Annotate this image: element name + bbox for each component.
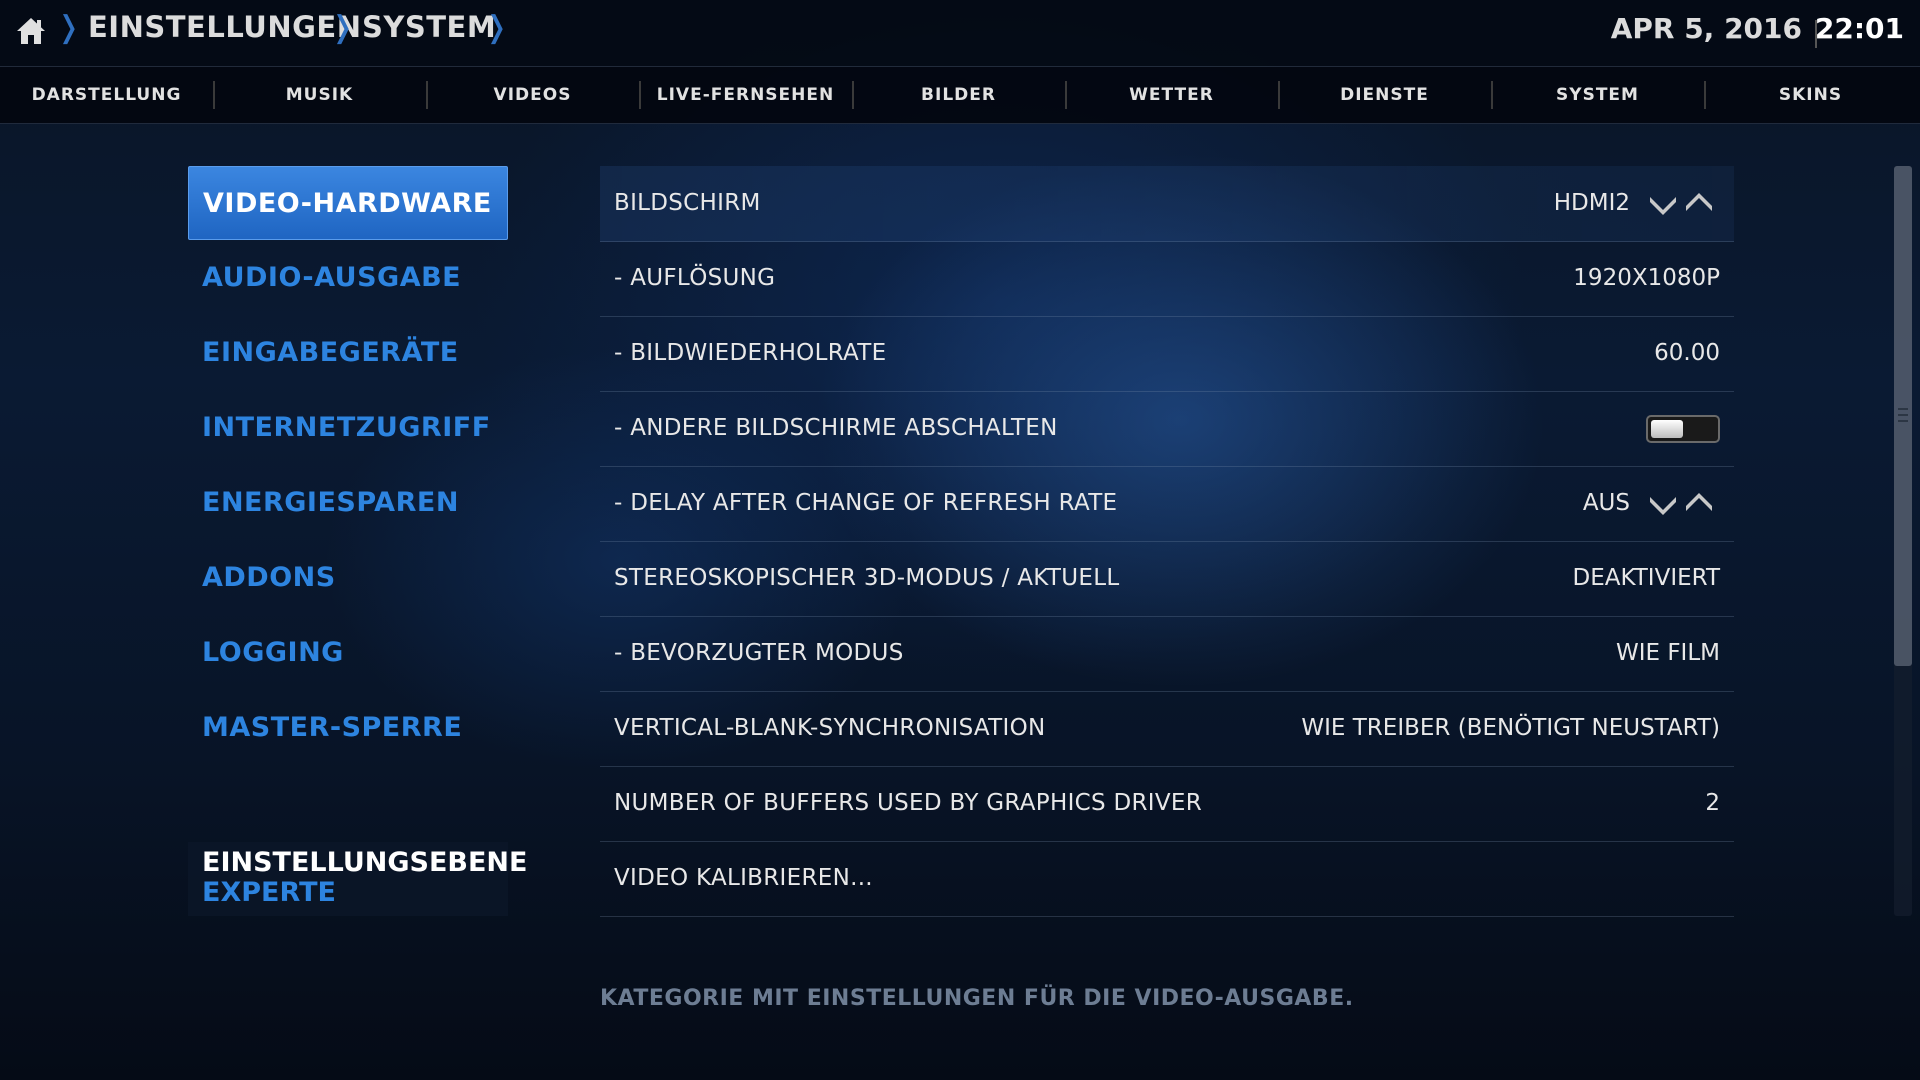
setting-value: WIE TREIBER (BENÖTIGT NEUSTART) [1301, 715, 1720, 741]
sidebar-item-audio-ausgabe[interactable]: AUDIO-AUSGABE [188, 241, 508, 315]
top-bar: ❭ EINSTELLUNGEN ❭ SYSTEM ❭ APR 5, 2016 2… [0, 0, 1920, 67]
tab-system[interactable]: SYSTEM [1491, 67, 1704, 123]
tab-skins[interactable]: SKINS [1704, 67, 1917, 123]
scrollbar-grip [1898, 420, 1908, 422]
home-icon[interactable] [14, 14, 48, 48]
date-display: APR 5, 2016 [1610, 12, 1802, 45]
breadcrumb-item-einstellungen[interactable]: EINSTELLUNGEN [88, 10, 361, 44]
toggle-knob [1651, 420, 1683, 438]
breadcrumb-item-system[interactable]: SYSTEM [362, 10, 496, 44]
setting-label: - DELAY AFTER CHANGE OF REFRESH RATE [614, 490, 1118, 516]
sidebar-item-video-hardware[interactable]: VIDEO-HARDWARE [188, 166, 508, 240]
breadcrumb-separator-icon: ❭ [330, 10, 356, 45]
tab-videos[interactable]: VIDEOS [426, 67, 639, 123]
time-display: 22:01 [1814, 12, 1904, 45]
setting-row-stereoskopischer-3d-modus[interactable]: STEREOSKOPISCHER 3D-MODUS / AKTUELL DEAK… [600, 541, 1734, 617]
setting-value: WIE FILM [1615, 640, 1720, 666]
breadcrumb-separator-icon: ❭ [484, 10, 510, 45]
setting-row-video-kalibrieren[interactable]: VIDEO KALIBRIEREN... [600, 841, 1734, 917]
setting-value: HDMI2 [1553, 190, 1630, 216]
setting-label: VERTICAL-BLANK-SYNCHRONISATION [614, 715, 1046, 741]
setting-row-vertical-blank-sync[interactable]: VERTICAL-BLANK-SYNCHRONISATION WIE TREIB… [600, 691, 1734, 767]
sidebar-item-energiesparen[interactable]: ENERGIESPAREN [188, 466, 508, 540]
settings-level-button[interactable]: EINSTELLUNGSEBENE EXPERTE [188, 842, 528, 916]
toggle-switch[interactable] [1646, 415, 1720, 443]
setting-value: 2 [1705, 790, 1720, 816]
scrollbar-grip [1898, 408, 1908, 410]
setting-row-bevorzugter-modus[interactable]: - BEVORZUGTER MODUS WIE FILM [600, 616, 1734, 692]
setting-value: 60.00 [1654, 340, 1720, 366]
setting-label: BILDSCHIRM [614, 190, 761, 216]
settings-level-title: EINSTELLUNGSEBENE [202, 847, 528, 878]
setting-row-andere-bildschirme-abschalten[interactable]: - ANDERE BILDSCHIRME ABSCHALTEN [600, 391, 1734, 467]
tab-darstellung[interactable]: DARSTELLUNG [0, 67, 213, 123]
setting-row-delay-refresh-rate[interactable]: - DELAY AFTER CHANGE OF REFRESH RATE AUS [600, 466, 1734, 542]
tab-dienste[interactable]: DIENSTE [1278, 67, 1491, 123]
sidebar-item-eingabegeraete[interactable]: EINGABEGERÄTE [188, 316, 508, 390]
setting-label: - BEVORZUGTER MODUS [614, 640, 904, 666]
setting-label: VIDEO KALIBRIEREN... [614, 865, 873, 891]
setting-value: AUS [1582, 490, 1630, 516]
tab-bilder[interactable]: BILDER [852, 67, 1065, 123]
sidebar-item-internetzugriff[interactable]: INTERNETZUGRIFF [188, 391, 508, 465]
settings-level-value: EXPERTE [202, 877, 336, 908]
sidebar-item-logging[interactable]: LOGGING [188, 616, 508, 690]
setting-value: 1920X1080P [1573, 265, 1720, 291]
setting-row-graphics-buffers[interactable]: NUMBER OF BUFFERS USED BY GRAPHICS DRIVE… [600, 766, 1734, 842]
setting-label: - AUFLÖSUNG [614, 265, 776, 291]
scrollbar-grip [1898, 414, 1908, 416]
setting-row-aufloesung[interactable]: - AUFLÖSUNG 1920X1080P [600, 241, 1734, 317]
tab-musik[interactable]: MUSIK [213, 67, 426, 123]
scrollbar-thumb[interactable] [1894, 166, 1912, 666]
setting-label: - BILDWIEDERHOLRATE [614, 340, 887, 366]
sidebar-item-master-sperre[interactable]: MASTER-SPERRE [188, 691, 508, 765]
setting-row-bildwiederholrate[interactable]: - BILDWIEDERHOLRATE 60.00 [600, 316, 1734, 392]
sidebar-item-addons[interactable]: ADDONS [188, 541, 508, 615]
tab-live-fernsehen[interactable]: LIVE-FERNSEHEN [639, 67, 852, 123]
setting-label: NUMBER OF BUFFERS USED BY GRAPHICS DRIVE… [614, 790, 1203, 816]
category-description: KATEGORIE MIT EINSTELLUNGEN FÜR DIE VIDE… [600, 986, 1354, 1011]
setting-value: DEAKTIVIERT [1572, 565, 1720, 591]
spinner-arrows-icon[interactable] [1646, 490, 1720, 518]
category-tabs: DARSTELLUNG MUSIK VIDEOS LIVE-FERNSEHEN … [0, 67, 1920, 124]
setting-label: STEREOSKOPISCHER 3D-MODUS / AKTUELL [614, 565, 1120, 591]
tab-wetter[interactable]: WETTER [1065, 67, 1278, 123]
breadcrumb-separator-icon: ❭ [56, 10, 82, 45]
setting-label: - ANDERE BILDSCHIRME ABSCHALTEN [614, 415, 1058, 441]
setting-row-bildschirm[interactable]: BILDSCHIRM HDMI2 [600, 166, 1734, 242]
spinner-arrows-icon[interactable] [1646, 190, 1720, 218]
